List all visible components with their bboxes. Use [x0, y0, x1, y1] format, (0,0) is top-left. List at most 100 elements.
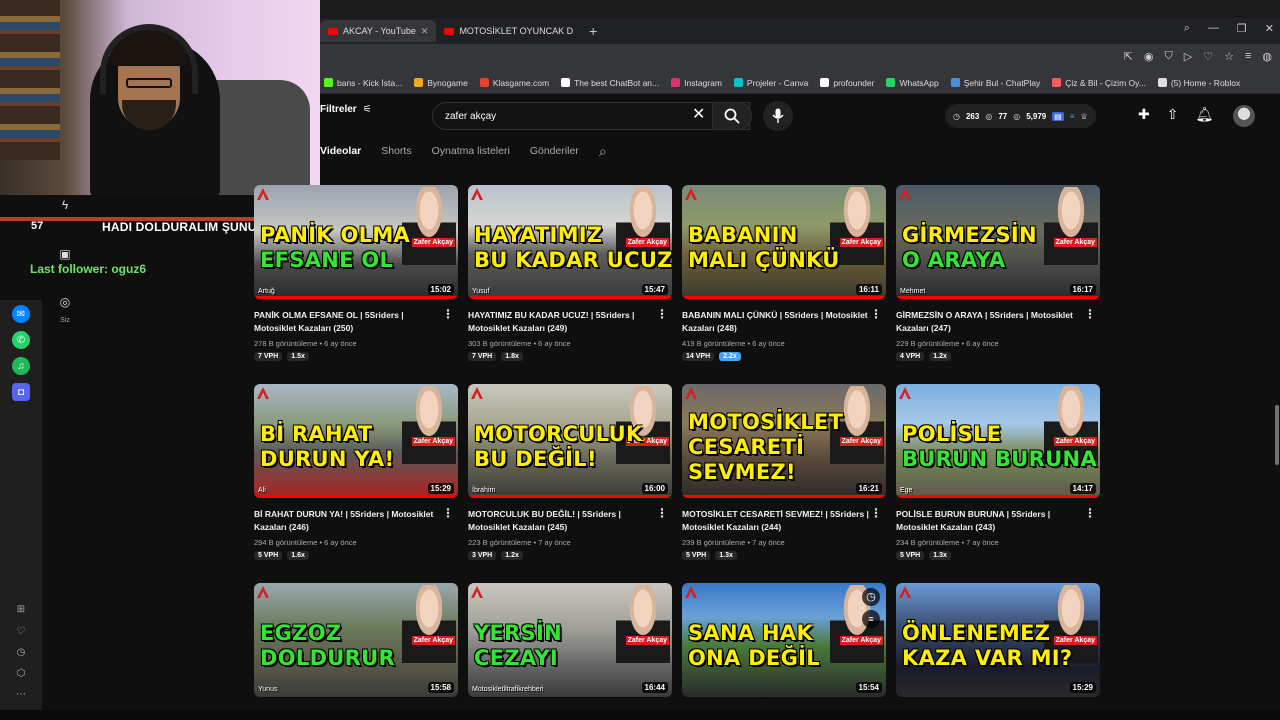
shorts-icon[interactable]: ϟ: [55, 198, 75, 212]
video-card[interactable]: Zafer Akçay POLİSLE BURUN BURUNA Ege 14:17 PO…: [896, 384, 1100, 560]
screenshot-icon[interactable]: ◉: [1144, 50, 1154, 63]
favorites-icon[interactable]: ♡: [12, 622, 30, 640]
box-icon[interactable]: ⬡: [12, 664, 30, 682]
video-menu-icon[interactable]: ⋮: [870, 506, 882, 520]
video-title[interactable]: PANİK OLMA EFSANE OL | 5Sriders | Motosi…: [254, 309, 444, 335]
messenger-icon[interactable]: ✉: [12, 305, 30, 323]
video-menu-icon[interactable]: ⋮: [442, 506, 454, 520]
close-window-icon[interactable]: ✕: [1265, 22, 1274, 35]
search-tabs-icon[interactable]: ⌕: [1184, 22, 1190, 35]
video-card[interactable]: Zafer Akçay BABANIN MALI ÇÜNKÜ 16:11 BABANIN…: [682, 185, 886, 361]
tab-shorts[interactable]: Shorts: [381, 145, 411, 157]
bookmark-item[interactable]: Bynogame: [414, 78, 468, 88]
video-title[interactable]: MOTOSİKLET CESARETİ SEVMEZ! | 5Sriders |…: [682, 508, 872, 534]
video-thumbnail[interactable]: Zafer Akçay MOTORCULUK BU DEĞİL! İbrahim 16:…: [468, 384, 672, 498]
close-tab-icon[interactable]: ✕: [421, 26, 429, 37]
extension-icon[interactable]: ◍: [1262, 50, 1272, 63]
bookmark-item[interactable]: profounder: [820, 78, 874, 88]
video-title[interactable]: HAYATIMIZ BU KADAR UCUZ! | 5Sriders | Mo…: [468, 309, 658, 335]
tab-motosiklet[interactable]: MOTOSİKLET OYUNCAK D: [436, 20, 581, 42]
scrollbar[interactable]: [1275, 405, 1279, 465]
menu-icon[interactable]: ≡: [1245, 50, 1251, 63]
bookmark-item[interactable]: WhatsApp: [886, 78, 939, 88]
tab-oynatma-listeleri[interactable]: Oynatma listeleri: [432, 145, 510, 157]
subscriptions-icon[interactable]: ▣: [55, 247, 75, 261]
video-card[interactable]: Zafer Akçay EGZOZ DOLDURUR Yunus 15:58: [254, 583, 458, 697]
bookmark-item[interactable]: Instagram: [671, 78, 722, 88]
discord-icon[interactable]: ◘: [12, 383, 30, 401]
video-menu-icon[interactable]: ⋮: [870, 307, 882, 321]
upload-icon[interactable]: ⇧: [1167, 106, 1179, 123]
video-card[interactable]: Zafer Akçay ÖNLENEMEZ KAZA VAR MI? 15:29: [896, 583, 1100, 697]
bookmark-item[interactable]: Çiz & Bil - Çizim Oy...: [1052, 78, 1146, 88]
shield-icon[interactable]: ⛉: [1165, 50, 1173, 63]
vidiq-stats[interactable]: ◷ 263 ◎ 77 ◎ 5,979 ▤ ≡ ♕: [945, 104, 1096, 128]
history-icon[interactable]: ◷: [12, 643, 30, 661]
open-in-app-icon[interactable]: ⇱: [1124, 50, 1133, 63]
video-card[interactable]: Zafer Akçay MOTORCULUK BU DEĞİL! İbrahim 16:…: [468, 384, 672, 560]
video-card[interactable]: Zafer Akçay YERSİN CEZAYI Motosikletlitrafi…: [468, 583, 672, 697]
video-card[interactable]: Zafer Akçay MOTOSİKLET CESARETİ SEVMEZ! 16:2…: [682, 384, 886, 560]
tab-youtube[interactable]: AKCAY - YouTube ✕: [320, 20, 437, 42]
video-thumbnail[interactable]: Zafer Akçay GİRMEZSİN O ARAYA Mehmet 16:17: [896, 185, 1100, 299]
bookmark-item[interactable]: Klasgame.com: [479, 78, 549, 88]
watch-later-icon[interactable]: ◷: [862, 588, 880, 606]
video-menu-icon[interactable]: ⋮: [656, 506, 668, 520]
video-title[interactable]: MOTORCULUK BU DEĞİL! | 5Sriders | Motosi…: [468, 508, 658, 534]
outlier-ratio-badge: 1.2x: [501, 551, 523, 560]
video-thumbnail[interactable]: Zafer Akçay MOTOSİKLET CESARETİ SEVMEZ! 16:2…: [682, 384, 886, 498]
spotify-icon[interactable]: ♫: [12, 357, 30, 375]
channel-search-icon[interactable]: ⌕: [599, 143, 607, 160]
outlier-ratio-badge: 1.3x: [929, 551, 951, 560]
video-card[interactable]: Zafer Akçay Bİ RAHAT DURUN YA! Ali 15:29 Bİ R…: [254, 384, 458, 560]
minimize-icon[interactable]: —: [1208, 22, 1219, 35]
video-thumbnail[interactable]: Zafer Akçay EGZOZ DOLDURUR Yunus 15:58: [254, 583, 458, 697]
video-thumbnail[interactable]: Zafer Akçay Bİ RAHAT DURUN YA! Ali 15:29: [254, 384, 458, 498]
restore-icon[interactable]: ❐: [1237, 22, 1247, 35]
clear-search-icon[interactable]: ✕: [692, 104, 705, 124]
tab-gönderiler[interactable]: Gönderiler: [530, 145, 579, 157]
you-icon[interactable]: ◎: [55, 295, 75, 309]
notifications-bell-icon[interactable]: 🔔︎: [1195, 106, 1213, 123]
video-menu-icon[interactable]: ⋮: [442, 307, 454, 321]
bookmark-item[interactable]: bans - Kick İsta...: [324, 78, 402, 88]
whatsapp-icon[interactable]: ✆: [12, 331, 30, 349]
video-title[interactable]: POLİSLE BURUN BURUNA | 5Sriders | Motosi…: [896, 508, 1086, 534]
bookmark-item[interactable]: Şehir Bul - ChatPlay: [950, 78, 1040, 88]
star-icon[interactable]: ☆: [1224, 50, 1234, 63]
add-to-queue-icon[interactable]: ≡: [862, 610, 880, 628]
apps-icon[interactable]: ⊞: [12, 600, 30, 618]
watched-progress-bar: [896, 296, 1100, 299]
video-thumbnail[interactable]: Zafer Akçay PANİK OLMA EFSANE OL Artuğ 15:02: [254, 185, 458, 299]
video-thumbnail[interactable]: Zafer Akçay YERSİN CEZAYI Motosikletlitrafi…: [468, 583, 672, 697]
video-card[interactable]: Zafer Akçay HAYATIMIZ BU KADAR UCUZ! Yusuf 1…: [468, 185, 672, 361]
filters-button[interactable]: Filtreler ⚟: [320, 104, 372, 115]
video-title[interactable]: GİRMEZSİN O ARAYA | 5Sriders | Motosikle…: [896, 309, 1086, 335]
search-button[interactable]: [712, 102, 752, 130]
video-thumbnail[interactable]: Zafer Akçay HAYATIMIZ BU KADAR UCUZ! Yusuf 1…: [468, 185, 672, 299]
heart-icon[interactable]: ♡: [1203, 50, 1213, 63]
video-menu-icon[interactable]: ⋮: [1084, 307, 1096, 321]
video-menu-icon[interactable]: ⋮: [656, 307, 668, 321]
video-title[interactable]: Bİ RAHAT DURUN YA! | 5Sriders | Motosikl…: [254, 508, 444, 534]
video-thumbnail[interactable]: Zafer Akçay BABANIN MALI ÇÜNKÜ 16:11: [682, 185, 886, 299]
tab-videolar[interactable]: Videolar: [320, 145, 361, 157]
bookmark-item[interactable]: The best ChatBot an...: [561, 78, 659, 88]
thumbnail-headline: CESARETİ: [688, 435, 805, 459]
video-card[interactable]: Zafer Akçay PANİK OLMA EFSANE OL Artuğ 15:02…: [254, 185, 458, 361]
play-icon[interactable]: ▷: [1184, 50, 1192, 63]
bookmark-item[interactable]: (5) Home - Roblox: [1157, 78, 1240, 88]
video-title[interactable]: BABANIN MALI ÇÜNKÜ | 5Sriders | Motosikl…: [682, 309, 872, 335]
avatar[interactable]: [1233, 105, 1255, 127]
video-card[interactable]: Zafer Akçay GİRMEZSİN O ARAYA Mehmet 16:17 Gİ…: [896, 185, 1100, 361]
video-thumbnail[interactable]: Zafer Akçay SANA HAK ONA DEĞİL 15:54 ◷ ≡: [682, 583, 886, 697]
video-thumbnail[interactable]: Zafer Akçay ÖNLENEMEZ KAZA VAR MI? 15:29: [896, 583, 1100, 697]
new-tab-button[interactable]: +: [589, 23, 597, 39]
voice-search-button[interactable]: [763, 101, 793, 131]
create-icon[interactable]: ✚: [1138, 106, 1150, 123]
video-thumbnail[interactable]: Zafer Akçay POLİSLE BURUN BURUNA Ege 14:17: [896, 384, 1100, 498]
video-card[interactable]: Zafer Akçay SANA HAK ONA DEĞİL 15:54 ◷ ≡: [682, 583, 886, 697]
video-menu-icon[interactable]: ⋮: [1084, 506, 1096, 520]
bookmark-item[interactable]: Projeler - Canva: [733, 78, 808, 88]
more-icon[interactable]: ⋯: [12, 685, 30, 703]
